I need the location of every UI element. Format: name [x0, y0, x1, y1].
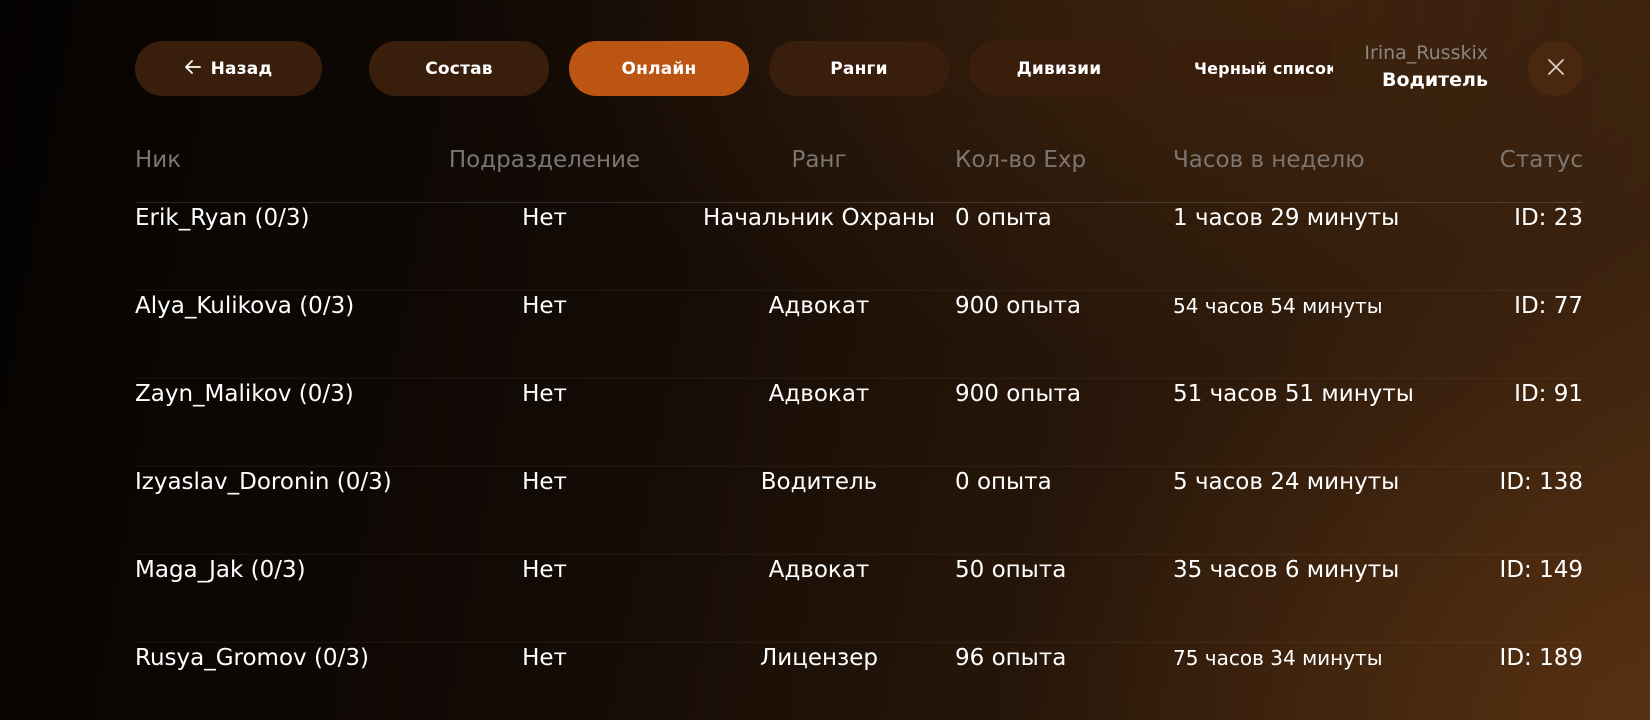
cell-division: Нет: [522, 469, 567, 495]
table-header: Ник Подразделение Ранг Кол-во Exp Часов …: [135, 140, 1583, 203]
cell-rank: Адвокат: [768, 557, 870, 583]
user-role: Водитель: [1381, 69, 1488, 91]
cell-exp: 50 опыта: [955, 557, 1067, 583]
cell-nick: Zayn_Malikov (0/3): [135, 381, 354, 407]
cell-division: Нет: [522, 293, 567, 319]
tab-divisions[interactable]: Дивизии: [969, 41, 1149, 96]
cell-hours: 75 часов 34 минуты: [1173, 646, 1383, 670]
header-division: Подразделение: [448, 147, 641, 173]
cell-rank: Адвокат: [768, 293, 870, 319]
cell-hours: 35 часов 6 минуты: [1173, 557, 1400, 583]
cell-hours: 54 часов 54 минуты: [1173, 294, 1383, 318]
cell-status: ID: 189: [1499, 645, 1583, 671]
cell-nick: Erik_Ryan (0/3): [135, 205, 310, 231]
arrow-left-icon: [184, 58, 201, 79]
table-row[interactable]: Izyaslav_Doronin (0/3) Нет Водитель 0 оп…: [135, 466, 1583, 555]
cell-division: Нет: [522, 557, 567, 583]
cell-hours: 1 часов 29 минуты: [1173, 205, 1400, 231]
table-row[interactable]: Erik_Ryan (0/3) Нет Начальник Охраны 0 о…: [135, 202, 1583, 291]
cell-exp: 0 опыта: [955, 469, 1052, 495]
cell-status: ID: 23: [1514, 205, 1583, 231]
top-navigation: Назад Состав Онлайн Ранги Дивизии Черный…: [0, 0, 1650, 110]
cell-rank: Лицензер: [759, 645, 879, 671]
current-user: Irina_Russkix Водитель: [1340, 40, 1488, 94]
tab-label: Черный список: [1194, 59, 1333, 78]
cell-nick: Maga_Jak (0/3): [135, 557, 306, 583]
tab-label: Состав: [425, 58, 493, 79]
cell-rank: Начальник Охраны: [702, 205, 936, 231]
user-name: Irina_Russkix: [1364, 42, 1488, 64]
cell-division: Нет: [522, 205, 567, 231]
header-status: Статус: [1499, 147, 1583, 173]
cell-status: ID: 138: [1499, 469, 1583, 495]
cell-hours: 5 часов 24 минуты: [1173, 469, 1400, 495]
header-hours: Часов в неделю: [1173, 147, 1365, 173]
cell-hours: 51 часов 51 минуты: [1173, 381, 1414, 407]
cell-division: Нет: [522, 381, 567, 407]
tab-label: Ранги: [830, 58, 888, 79]
back-button[interactable]: Назад: [135, 41, 322, 96]
tab-label: Онлайн: [621, 58, 697, 79]
tab-blacklist[interactable]: Черный список: [1169, 41, 1333, 96]
close-button[interactable]: [1528, 41, 1583, 96]
cell-exp: 96 опыта: [955, 645, 1067, 671]
cell-status: ID: 77: [1514, 293, 1583, 319]
cell-rank: Адвокат: [768, 381, 870, 407]
cell-nick: Alya_Kulikova (0/3): [135, 293, 355, 319]
cell-status: ID: 91: [1514, 381, 1583, 407]
cell-rank: Водитель: [760, 469, 878, 495]
cell-status: ID: 149: [1499, 557, 1583, 583]
tab-online[interactable]: Онлайн: [569, 41, 749, 96]
back-button-label: Назад: [210, 58, 273, 79]
table-row[interactable]: Rusya_Gromov (0/3) Нет Лицензер 96 опыта…: [135, 642, 1583, 720]
header-exp: Кол-во Exp: [955, 147, 1087, 173]
cell-exp: 900 опыта: [955, 293, 1081, 319]
header-rank: Ранг: [791, 147, 847, 173]
table-body[interactable]: Erik_Ryan (0/3) Нет Начальник Охраны 0 о…: [135, 202, 1583, 720]
cell-exp: 0 опыта: [955, 205, 1052, 231]
close-icon: [1547, 58, 1565, 80]
cell-exp: 900 опыта: [955, 381, 1081, 407]
cell-division: Нет: [522, 645, 567, 671]
table-row[interactable]: Maga_Jak (0/3) Нет Адвокат 50 опыта 35 ч…: [135, 554, 1583, 643]
header-nick: Ник: [135, 147, 182, 173]
table-row[interactable]: Zayn_Malikov (0/3) Нет Адвокат 900 опыта…: [135, 378, 1583, 467]
tab-ranks[interactable]: Ранги: [769, 41, 949, 96]
tab-label: Дивизии: [1016, 58, 1102, 79]
cell-nick: Izyaslav_Doronin (0/3): [135, 469, 392, 495]
tab-composition[interactable]: Состав: [369, 41, 549, 96]
table-row[interactable]: Alya_Kulikova (0/3) Нет Адвокат 900 опыт…: [135, 290, 1583, 379]
cell-nick: Rusya_Gromov (0/3): [135, 645, 369, 671]
